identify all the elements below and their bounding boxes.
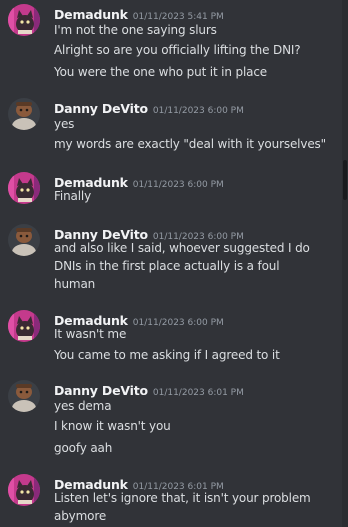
message-text: yes bbox=[54, 117, 75, 131]
timestamp: 01/11/2023 6:00 PM bbox=[152, 106, 244, 116]
message-text: and also like I said, whoever suggested … bbox=[54, 241, 310, 255]
message-header: Danny DeVito 01/11/2023 6:01 PM bbox=[54, 380, 244, 398]
message-text: You came to me asking if I agreed to it bbox=[54, 348, 280, 362]
person-avatar-icon[interactable] bbox=[8, 224, 40, 256]
message-text: human bbox=[54, 277, 96, 291]
timestamp: 01/11/2023 6:01 PM bbox=[152, 388, 244, 398]
cat-avatar-icon[interactable] bbox=[8, 474, 40, 506]
scrollbar[interactable] bbox=[342, 0, 348, 527]
message-text: abymore bbox=[54, 509, 107, 523]
message-text: I'm not the one saying slurs bbox=[54, 23, 217, 37]
message-text: my words are exactly "deal with it yours… bbox=[54, 137, 327, 151]
message-text: goofy aah bbox=[54, 441, 113, 455]
message-text: Listen let's ignore that, it isn't your … bbox=[54, 491, 311, 505]
message-text: You were the one who put it in place bbox=[54, 65, 268, 79]
person-avatar-icon[interactable] bbox=[8, 98, 40, 130]
message-header: Demadunk 01/11/2023 5:41 PM bbox=[54, 4, 224, 22]
author-name[interactable]: Danny DeVito bbox=[54, 383, 148, 398]
scrollbar-thumb[interactable] bbox=[343, 160, 347, 200]
timestamp: 01/11/2023 5:41 PM bbox=[132, 12, 224, 22]
message-text: DNIs in the first place actually is a fo… bbox=[54, 259, 280, 273]
person-avatar-icon[interactable] bbox=[8, 380, 40, 412]
message-text: It wasn't me bbox=[54, 327, 127, 341]
message-list: Demadunk 01/11/2023 5:41 PM I'm not the o… bbox=[0, 0, 340, 527]
cat-avatar-icon[interactable] bbox=[8, 4, 40, 36]
message-text: Finally bbox=[54, 189, 92, 203]
message-text: I know it wasn't you bbox=[54, 419, 171, 433]
cat-avatar-icon[interactable] bbox=[8, 172, 40, 204]
message-header: Danny DeVito 01/11/2023 6:00 PM bbox=[54, 98, 244, 116]
author-name[interactable]: Demadunk bbox=[54, 7, 128, 22]
message-text: yes dema bbox=[54, 399, 112, 413]
message-text: Alright so are you officially lifting th… bbox=[54, 43, 301, 57]
author-name[interactable]: Danny DeVito bbox=[54, 101, 148, 116]
cat-avatar-icon[interactable] bbox=[8, 310, 40, 342]
